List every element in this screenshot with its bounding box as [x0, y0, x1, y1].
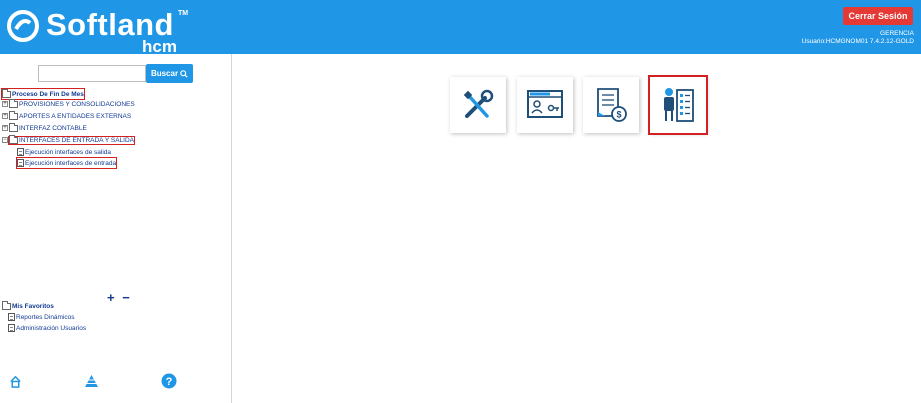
search-input[interactable] [38, 65, 146, 82]
main-content: $ [233, 54, 921, 403]
folder-open-icon [2, 88, 11, 98]
tree-item-label: INTERFAZ CONTABLE [19, 124, 87, 132]
web-key-icon [527, 90, 563, 118]
tree-root-node[interactable]: Proceso De Fin De Mes [1, 88, 85, 100]
help-icon[interactable]: ? [161, 373, 177, 389]
tree-child-entrada[interactable]: Ejecución interfaces de entrada [15, 157, 118, 169]
search-button[interactable]: Buscar [146, 64, 193, 83]
folder-icon [9, 110, 18, 120]
brand-trademark: TM [178, 10, 189, 17]
expand-icon[interactable]: + [2, 101, 8, 107]
tree-child-salida[interactable]: Ejecución interfaces de salida [17, 147, 111, 157]
favorites-root-node[interactable]: Mis Favoritos [2, 300, 54, 311]
tree-item-label: PROVISIONES Y CONSOLIDACIONES [19, 100, 135, 108]
tree-child-label: Ejecución interfaces de salida [25, 148, 111, 156]
search-icon [180, 69, 188, 78]
softland-logo-icon [7, 10, 39, 42]
expand-icon[interactable]: + [2, 113, 8, 119]
tools-icon [463, 89, 494, 118]
svg-text:?: ? [166, 376, 173, 388]
tile-payroll[interactable]: $ [583, 77, 639, 133]
search-button-label: Buscar [150, 69, 179, 78]
expand-icon[interactable]: + [2, 125, 8, 131]
user-version: Usuario:HCMGNOM01 7.4.2.12-GOLD [801, 38, 914, 45]
svg-text:$: $ [616, 110, 621, 120]
document-icon [17, 159, 24, 167]
top-header: Softland TM hcm Cerrar Sesión GERENCIA U… [0, 0, 921, 56]
tree-item-interfaz-contable[interactable]: + INTERFAZ CONTABLE [2, 122, 87, 133]
user-role: GERENCIA [880, 30, 914, 37]
tree-item-provisiones[interactable]: + PROVISIONES Y CONSOLIDACIONES [2, 98, 135, 109]
document-icon [8, 324, 15, 332]
softland-logo: Softland TM hcm [6, 7, 196, 56]
favorites-item-label: Reportes Dinámicos [16, 313, 75, 321]
hierarchy-icon[interactable] [84, 374, 99, 388]
logout-button[interactable]: Cerrar Sesión [843, 7, 913, 25]
payroll-doc-icon: $ [597, 88, 627, 122]
tree-item-aportes[interactable]: + APORTES A ENTIDADES EXTERNAS [2, 110, 132, 121]
employee-list-icon [664, 88, 694, 122]
tree-root-label: Proceso De Fin De Mes [12, 90, 84, 98]
favorites-item-administracion[interactable]: Administración Usuarios [8, 323, 86, 333]
expand-collapse-controls[interactable]: + − [107, 290, 132, 305]
tree-item-label: INTERFACES DE ENTRADA Y SALIDA [19, 136, 134, 144]
favorites-item-label: Administración Usuarios [16, 324, 87, 332]
sidebar: Buscar Proceso De Fin De Mes + PROVISION… [0, 54, 232, 403]
tree-item-label: APORTES A ENTIDADES EXTERNAS [19, 112, 132, 120]
favorites-item-reportes[interactable]: Reportes Dinámicos [8, 312, 75, 322]
folder-open-icon [2, 300, 11, 310]
user-info: GERENCIA Usuario:HCMGNOM01 7.4.2.12-GOLD [802, 30, 914, 46]
tile-tools[interactable] [450, 77, 506, 133]
folder-icon [9, 98, 18, 108]
home-icon[interactable] [9, 375, 22, 388]
tile-web-access[interactable] [517, 77, 573, 133]
favorites-root-label: Mis Favoritos [12, 302, 54, 310]
sidebar-bottom-icons: ? [0, 372, 232, 396]
document-icon [8, 313, 15, 321]
tree-item-highlight: INTERFACES DE ENTRADA Y SALIDA [8, 134, 135, 145]
folder-open-icon [9, 134, 18, 144]
document-icon [17, 148, 24, 156]
tree-child-label: Ejecución interfaces de entrada [25, 159, 117, 167]
tree-item-interfaces-entrada-salida[interactable]: − INTERFACES DE ENTRADA Y SALIDA [2, 134, 135, 145]
folder-icon [9, 122, 18, 132]
collapse-icon[interactable]: − [2, 137, 8, 143]
tile-employee-list[interactable] [648, 75, 708, 135]
